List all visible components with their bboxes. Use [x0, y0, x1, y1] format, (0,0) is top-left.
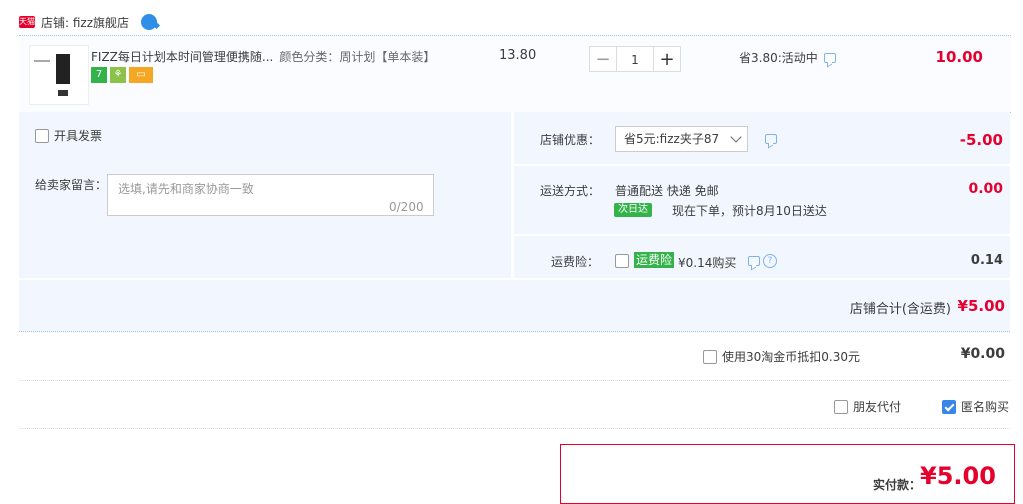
payment-amount: ¥5.00 — [920, 462, 996, 490]
shipping-label: 运送方式： — [540, 184, 601, 198]
item-total: 10.00 — [935, 48, 983, 66]
product-sku: 颜色分类：周计划【单本装】 — [279, 50, 431, 64]
promotion-text: 省3.80:活动中 — [739, 51, 818, 65]
next-day-badge: 次日达 — [614, 203, 652, 217]
anonymous-purchase-option[interactable]: 匿名购买 — [942, 398, 1009, 415]
unit-price: 13.80 — [499, 48, 537, 63]
product-thumbnail[interactable] — [29, 45, 89, 105]
chevron-down-icon — [730, 131, 742, 143]
anonymous-checkbox[interactable] — [942, 399, 956, 414]
friend-pay-label: 朋友代付 — [853, 400, 902, 414]
comment-icon[interactable] — [748, 256, 760, 266]
payment-label: 实付款： — [873, 478, 922, 492]
comment-icon[interactable] — [765, 134, 777, 144]
tmall-icon: 天猫 — [19, 16, 35, 28]
subtotal-label: 店铺合计(含运费) — [849, 302, 951, 317]
coin-checkbox[interactable] — [703, 349, 717, 364]
subtotal-amount: ¥5.00 — [957, 297, 1005, 315]
divider — [19, 428, 1010, 430]
memo-char-count: 0/200 — [389, 200, 424, 214]
row-separator — [514, 234, 1010, 236]
product-row: FIZZ每日计划本时间管理便携随... 颜色分类：周计划【单本装】 7 ⚘ ▭ 1… — [19, 35, 1011, 113]
invoice-option[interactable]: 开具发票 — [35, 127, 102, 144]
increase-button[interactable]: + — [653, 46, 681, 72]
friend-pay-option[interactable]: 朋友代付 — [834, 398, 901, 415]
insurance-amount: 0.14 — [970, 253, 1003, 268]
quantity-stepper: − 1 + — [589, 46, 681, 72]
memo-label: 给卖家留言： — [35, 178, 108, 192]
seven-day-return-icon[interactable]: 7 — [91, 67, 107, 83]
row-separator — [514, 164, 1010, 166]
discount-amount: -5.00 — [959, 131, 1003, 149]
shipping-amount: 0.00 — [968, 181, 1003, 197]
chat-icon[interactable] — [141, 14, 158, 30]
invoice-label: 开具发票 — [54, 129, 103, 143]
memo-placeholder: 选填,请先和商家协商一致 — [118, 182, 254, 196]
promotion-info: 省3.80:活动中 — [739, 49, 836, 66]
shipping-eta: 现在下单，预计8月10日送达 — [672, 204, 827, 218]
insurance-icons: ? — [748, 254, 777, 268]
insurance-checkbox[interactable] — [615, 254, 629, 268]
discount-label: 店铺优惠： — [540, 133, 601, 147]
product-title-text[interactable]: FIZZ每日计划本时间管理便携随... — [91, 50, 273, 64]
shipping-method: 普通配送 快递 免邮 — [615, 184, 719, 198]
comment-icon[interactable] — [823, 52, 836, 63]
divider — [19, 380, 1010, 382]
help-icon[interactable]: ? — [763, 254, 777, 268]
invoice-checkbox[interactable] — [35, 128, 49, 143]
shop-name-link[interactable]: 店铺: fizz旗舰店 — [41, 14, 129, 31]
shop-header: 天猫 店铺: fizz旗舰店 — [19, 12, 158, 32]
insurance-badge: 运费险 — [634, 252, 675, 268]
decrease-button[interactable]: − — [589, 46, 617, 72]
discount-selected: 省5元:fizz夹子87 — [624, 132, 720, 146]
product-title[interactable]: FIZZ每日计划本时间管理便携随... 颜色分类：周计划【单本装】 — [91, 48, 431, 65]
discount-select[interactable]: 省5元:fizz夹子87 — [615, 126, 748, 152]
friend-pay-checkbox[interactable] — [834, 399, 848, 414]
service-tags: 7 ⚘ ▭ — [91, 67, 153, 83]
credit-card-icon[interactable]: ▭ — [129, 67, 153, 83]
quantity-input[interactable]: 1 — [617, 46, 653, 72]
insurance-label: 运费险： — [551, 255, 600, 269]
anonymous-label: 匿名购买 — [961, 400, 1010, 414]
guarantee-icon[interactable]: ⚘ — [110, 67, 126, 83]
coin-amount: ¥0.00 — [960, 346, 1005, 362]
coin-deduction-option[interactable]: 使用30淘金币抵扣0.30元 — [703, 348, 860, 365]
insurance-price: ¥0.14购买 — [678, 256, 737, 270]
coin-label: 使用30淘金币抵扣0.30元 — [722, 350, 860, 364]
